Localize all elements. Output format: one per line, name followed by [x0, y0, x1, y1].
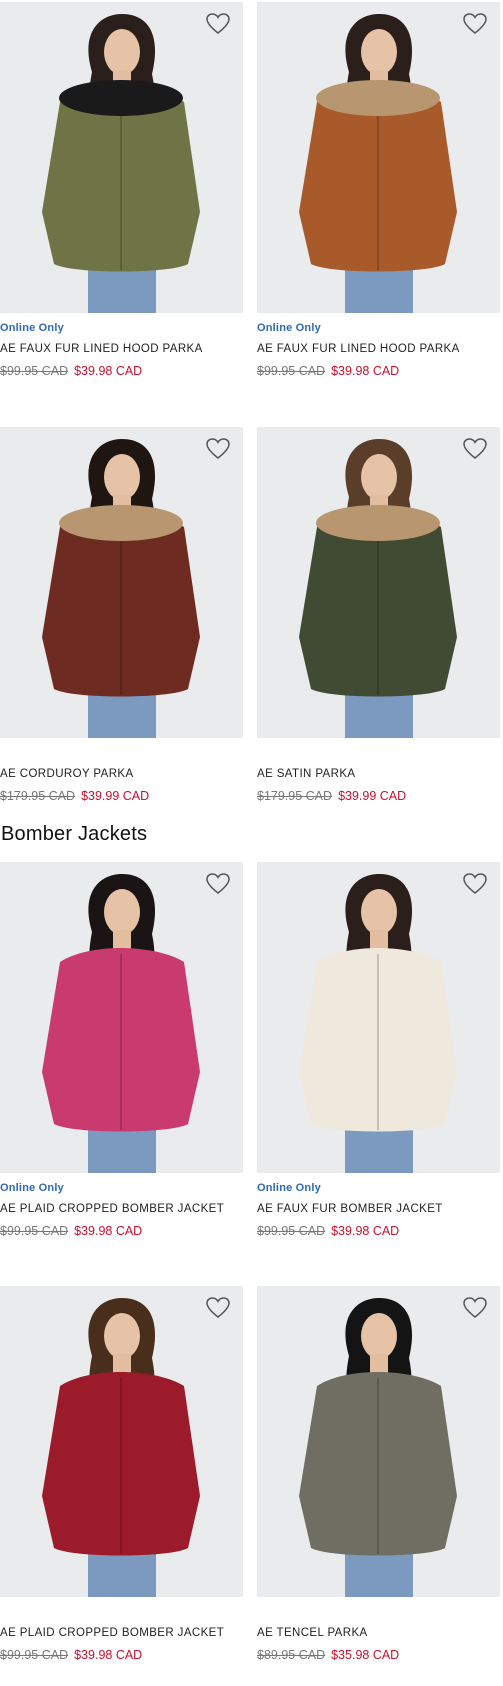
face	[361, 454, 397, 500]
neck	[113, 1354, 131, 1374]
online-only-badge: Online Only	[0, 322, 64, 334]
product-name[interactable]: AE FAUX FUR LINED HOOD PARKA	[257, 343, 460, 355]
favorite-heart-icon[interactable]	[205, 872, 231, 896]
product-card[interactable]: AE CORDUROY PARKA $179.95 CAD $39.99 CAD	[0, 427, 243, 827]
product-card[interactable]: AE PLAID CROPPED BOMBER JACKET $99.95 CAD…	[0, 1286, 243, 1686]
price-row: $179.95 CAD $39.99 CAD	[0, 789, 149, 803]
sale-price: $39.98 CAD	[74, 364, 143, 378]
sale-price: $39.99 CAD	[81, 789, 150, 803]
product-image[interactable]	[0, 862, 243, 1173]
product-name[interactable]: AE CORDUROY PARKA	[0, 768, 134, 780]
product-image[interactable]	[257, 2, 500, 313]
product-image[interactable]	[0, 427, 243, 738]
online-only-badge: Online Only	[257, 1182, 321, 1194]
fur-collar	[316, 505, 440, 541]
original-price: $99.95 CAD	[257, 1224, 326, 1238]
price-row: $179.95 CAD $39.99 CAD	[257, 789, 406, 803]
face	[361, 889, 397, 935]
face	[361, 29, 397, 75]
face	[104, 454, 140, 500]
neck	[370, 930, 388, 950]
product-card[interactable]: AE TENCEL PARKA $89.95 CAD $35.98 CAD	[257, 1286, 500, 1686]
favorite-heart-icon[interactable]	[205, 12, 231, 36]
original-price: $99.95 CAD	[0, 364, 69, 378]
face	[361, 1313, 397, 1359]
price-row: $99.95 CAD $39.98 CAD	[257, 364, 399, 378]
product-name[interactable]: AE FAUX FUR LINED HOOD PARKA	[0, 343, 203, 355]
favorite-heart-icon[interactable]	[462, 12, 488, 36]
neck	[113, 930, 131, 950]
product-card[interactable]: Online Only AE FAUX FUR LINED HOOD PARKA $…	[0, 2, 243, 402]
product-image[interactable]	[257, 1286, 500, 1597]
original-price: $179.95 CAD	[0, 789, 76, 803]
price-row: $89.95 CAD $35.98 CAD	[257, 1648, 399, 1662]
favorite-heart-icon[interactable]	[205, 437, 231, 461]
original-price: $99.95 CAD	[0, 1224, 69, 1238]
product-name[interactable]: AE SATIN PARKA	[257, 768, 355, 780]
product-image[interactable]	[0, 1286, 243, 1597]
sale-price: $39.99 CAD	[338, 789, 407, 803]
product-name[interactable]: AE FAUX FUR BOMBER JACKET	[257, 1203, 443, 1215]
neck	[370, 1354, 388, 1374]
favorite-heart-icon[interactable]	[462, 872, 488, 896]
favorite-heart-icon[interactable]	[462, 437, 488, 461]
product-name[interactable]: AE PLAID CROPPED BOMBER JACKET	[0, 1627, 224, 1639]
price-row: $99.95 CAD $39.98 CAD	[0, 1224, 142, 1238]
price-row: $99.95 CAD $39.98 CAD	[257, 1224, 399, 1238]
product-image[interactable]	[257, 427, 500, 738]
product-name[interactable]: AE PLAID CROPPED BOMBER JACKET	[0, 1203, 224, 1215]
product-card[interactable]: Online Only AE PLAID CROPPED BOMBER JACKE…	[0, 862, 243, 1262]
favorite-heart-icon[interactable]	[205, 1296, 231, 1320]
online-only-badge: Online Only	[257, 322, 321, 334]
product-image[interactable]	[257, 862, 500, 1173]
original-price: $89.95 CAD	[257, 1648, 326, 1662]
face	[104, 889, 140, 935]
price-row: $99.95 CAD $39.98 CAD	[0, 1648, 142, 1662]
price-row: $99.95 CAD $39.98 CAD	[0, 364, 142, 378]
online-only-badge: Online Only	[0, 1182, 64, 1194]
fur-collar	[316, 80, 440, 116]
product-card[interactable]: Online Only AE FAUX FUR LINED HOOD PARKA $…	[257, 2, 500, 402]
sale-price: $39.98 CAD	[331, 1224, 400, 1238]
favorite-heart-icon[interactable]	[462, 1296, 488, 1320]
face	[104, 29, 140, 75]
face	[104, 1313, 140, 1359]
original-price: $99.95 CAD	[0, 1648, 69, 1662]
product-card[interactable]: Online Only AE FAUX FUR BOMBER JACKET $99.…	[257, 862, 500, 1262]
sale-price: $35.98 CAD	[331, 1648, 400, 1662]
product-name[interactable]: AE TENCEL PARKA	[257, 1627, 368, 1639]
product-image[interactable]	[0, 2, 243, 313]
sale-price: $39.98 CAD	[74, 1224, 143, 1238]
original-price: $99.95 CAD	[257, 364, 326, 378]
sale-price: $39.98 CAD	[74, 1648, 143, 1662]
fur-collar	[59, 505, 183, 541]
sale-price: $39.98 CAD	[331, 364, 400, 378]
product-card[interactable]: AE SATIN PARKA $179.95 CAD $39.99 CAD	[257, 427, 500, 827]
fur-collar	[59, 80, 183, 116]
original-price: $179.95 CAD	[257, 789, 333, 803]
